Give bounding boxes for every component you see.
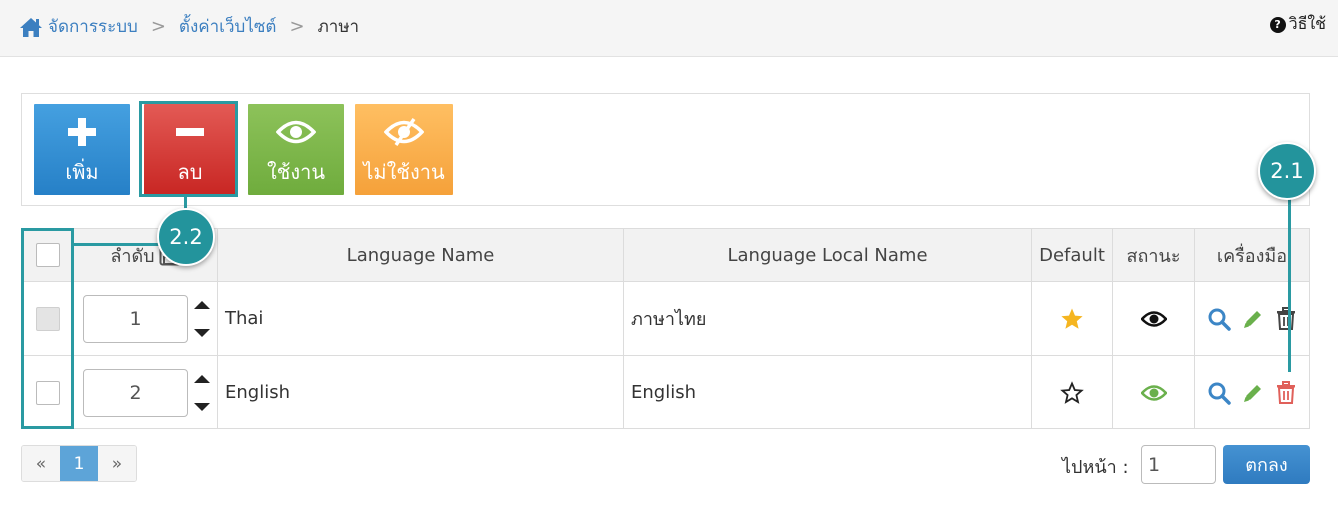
- move-down-icon[interactable]: [193, 328, 211, 338]
- breadcrumb-bar: จัดการระบบ > ตั้งค่าเว็บไซต์ > ภาษา ? วิ…: [0, 0, 1338, 57]
- page-button[interactable]: 1: [60, 446, 98, 481]
- next-page-button[interactable]: »: [98, 446, 136, 481]
- move-down-icon[interactable]: [193, 402, 211, 412]
- table-row: 1 Thai ภาษาไทย: [22, 282, 1309, 356]
- move-up-icon[interactable]: [193, 300, 211, 310]
- breadcrumb: จัดการระบบ > ตั้งค่าเว็บไซต์ > ภาษา: [18, 13, 359, 40]
- table-row: 2 English English: [22, 356, 1309, 429]
- status-header: สถานะ: [1126, 245, 1181, 267]
- disable-button[interactable]: ไม่ใช้งาน: [355, 104, 453, 195]
- eye-icon[interactable]: [1140, 384, 1167, 402]
- home-icon[interactable]: [18, 16, 44, 38]
- language-name-header: Language Name: [346, 244, 495, 266]
- pencil-icon[interactable]: [1241, 381, 1265, 405]
- enable-button[interactable]: ใช้งาน: [248, 104, 344, 195]
- order-input[interactable]: 2: [83, 368, 188, 417]
- delete-button-highlight: [139, 101, 238, 197]
- eye-slash-icon: [384, 118, 424, 146]
- enable-label: ใช้งาน: [266, 160, 325, 184]
- move-up-icon[interactable]: [193, 374, 211, 384]
- plus-icon: [68, 118, 96, 146]
- breadcrumb-current: ภาษา: [317, 17, 360, 37]
- callout-badge: 2.2: [157, 208, 215, 266]
- callout-connector: [74, 243, 164, 246]
- language-local-name: ภาษาไทย: [631, 309, 707, 330]
- search-icon[interactable]: [1207, 307, 1231, 331]
- help-link[interactable]: ? วิธีใช้: [1269, 12, 1326, 37]
- star-filled-icon[interactable]: [1060, 307, 1084, 331]
- disable-label: ไม่ใช้งาน: [363, 160, 445, 184]
- eye-icon[interactable]: [1140, 310, 1167, 328]
- breadcrumb-home-link[interactable]: จัดการระบบ: [48, 13, 138, 40]
- goto-page-label: ไปหน้า :: [1062, 457, 1129, 478]
- order-input[interactable]: 1: [83, 294, 188, 343]
- eye-icon: [276, 120, 316, 144]
- add-label: เพิ่ม: [65, 160, 99, 184]
- trash-icon[interactable]: [1275, 306, 1297, 331]
- breadcrumb-separator: >: [150, 16, 166, 37]
- callout-badge: 2.1: [1258, 142, 1316, 200]
- help-label: วิธีใช้: [1288, 14, 1326, 33]
- prev-page-button[interactable]: «: [22, 446, 60, 481]
- language-local-name-header: Language Local Name: [727, 244, 928, 266]
- question-circle-icon: ?: [1269, 16, 1286, 33]
- language-name: English: [225, 382, 290, 403]
- language-local-name: English: [631, 382, 696, 403]
- search-icon[interactable]: [1207, 381, 1231, 405]
- star-outline-icon[interactable]: [1060, 380, 1084, 405]
- trash-icon[interactable]: [1275, 380, 1297, 405]
- goto-ok-button[interactable]: ตกลง: [1223, 445, 1310, 484]
- callout-connector: [1288, 198, 1291, 372]
- tools-header: เครื่องมือ: [1216, 245, 1288, 267]
- add-button[interactable]: เพิ่ม: [34, 104, 130, 195]
- default-header: Default: [1039, 244, 1105, 266]
- pencil-icon[interactable]: [1241, 307, 1265, 331]
- breadcrumb-settings-link[interactable]: ตั้งค่าเว็บไซต์: [179, 13, 277, 40]
- language-table: ลำดับ Language Name Language Local Name …: [21, 228, 1310, 429]
- goto-page-input[interactable]: 1: [1141, 445, 1216, 484]
- breadcrumb-separator: >: [289, 16, 305, 37]
- table-header-row: ลำดับ Language Name Language Local Name …: [22, 229, 1309, 282]
- checkbox-column-highlight: [21, 228, 74, 429]
- pagination: « 1 »: [21, 445, 137, 482]
- language-name: Thai: [225, 308, 264, 329]
